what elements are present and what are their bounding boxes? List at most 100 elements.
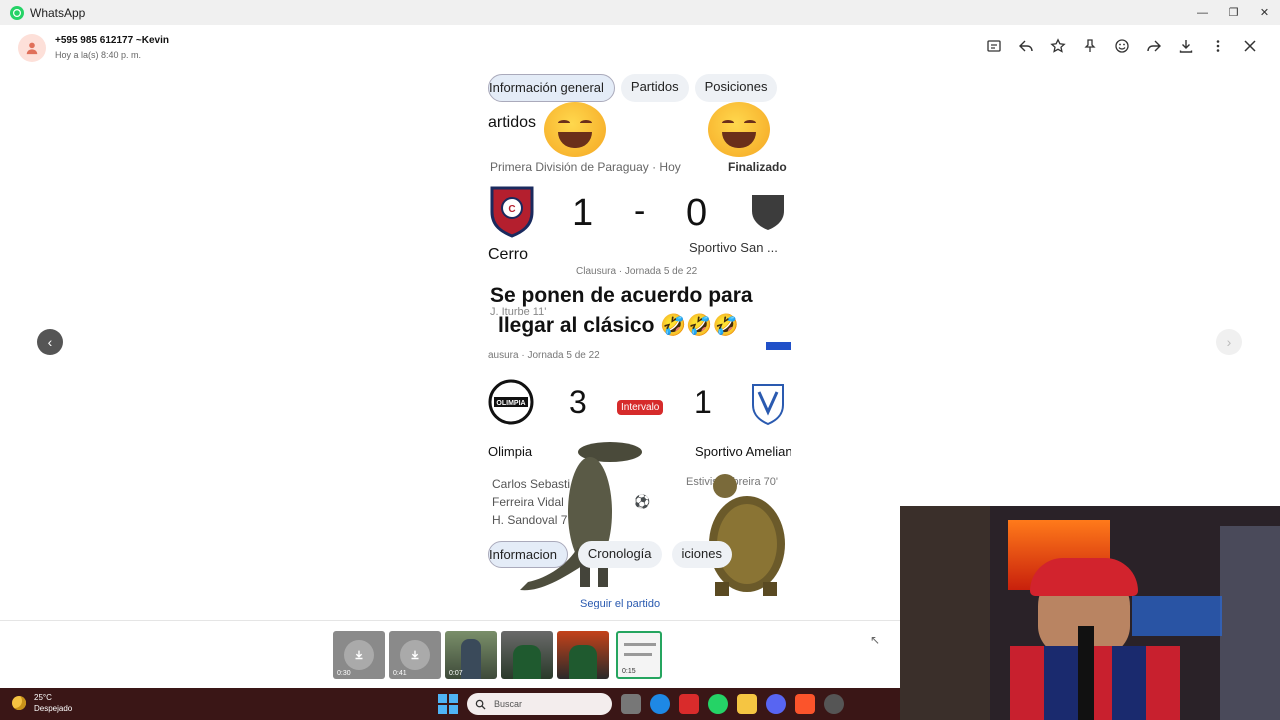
svg-text:C: C [508, 204, 515, 215]
turtle-sticker [709, 474, 785, 596]
alligator-sticker [520, 442, 642, 591]
star-button[interactable] [1042, 33, 1074, 59]
thumbnail-6-selected[interactable]: 0:15 [616, 631, 662, 679]
pin-button[interactable] [1074, 33, 1106, 59]
webcam-overlay [900, 506, 1280, 720]
windows-taskbar: 25°C Despejado Buscar [0, 688, 900, 720]
tab-posiciones: Posiciones [694, 74, 778, 102]
mouse-cursor-icon: ↖ [870, 633, 881, 647]
home-team-name: Cerro [488, 246, 529, 263]
app-title: WhatsApp [30, 5, 86, 20]
edge-browser-icon[interactable] [650, 694, 670, 714]
react-button[interactable] [1106, 33, 1138, 59]
previous-media-button[interactable]: ‹ [37, 329, 63, 355]
download-icon [400, 640, 430, 670]
chevron-right-icon: › [1226, 334, 1232, 350]
video-duration: 0:41 [393, 670, 407, 677]
app-lightning-icon[interactable] [679, 694, 699, 714]
pin-icon [1084, 39, 1096, 52]
caption-line-1: Se ponen de acuerdo para [490, 284, 753, 307]
thumbnail-5[interactable] [557, 631, 609, 679]
reply-icon [1019, 40, 1033, 52]
star-icon [1050, 38, 1066, 53]
home-score-2: 3 [569, 384, 587, 420]
person-icon [26, 42, 38, 54]
sportivo-san-crest-icon [750, 192, 786, 232]
league-line: Primera División de Paraguay · Hoy [490, 160, 681, 174]
chevron-left-icon: ‹ [47, 334, 53, 350]
minimize-button[interactable]: — [1187, 0, 1218, 25]
more-options-button[interactable] [1202, 33, 1234, 59]
away-score: 0 [686, 192, 708, 234]
microphone [1078, 626, 1094, 720]
more-icon [1216, 40, 1220, 52]
thumbnail-1[interactable]: 0:30 [333, 631, 385, 679]
emoji-icon [1115, 39, 1129, 53]
title-bar: WhatsApp — ❐ ✕ [0, 0, 1280, 25]
tab-informacion-general: Información general [488, 74, 615, 102]
person-figure [569, 645, 597, 679]
background-shelf [1220, 526, 1280, 720]
media-thumbnails-strip: 0:30 0:41 0:07 0:15 ↖ [0, 620, 900, 688]
download-button[interactable] [1170, 33, 1202, 59]
obs-icon[interactable] [824, 694, 844, 714]
brave-browser-icon[interactable] [795, 694, 815, 714]
weather-condition: Despejado [34, 704, 73, 713]
tab-informacion: Informacion [488, 541, 568, 568]
whatsapp-taskbar-icon[interactable] [708, 694, 728, 714]
away-team-name: Sportivo San ... [689, 240, 778, 255]
restore-button[interactable]: ❐ [1218, 0, 1249, 25]
close-window-button[interactable]: ✕ [1249, 0, 1280, 25]
media-viewer-header: +595 985 612177 ~Kevin Hoy a la(s) 8:40 … [0, 25, 1280, 70]
video-duration: 0:30 [337, 670, 351, 677]
olimpia-crest-icon: OLIMPIA [488, 379, 534, 425]
video-duration: 0:07 [449, 670, 463, 677]
section-heading: artidos [488, 114, 537, 131]
caption-line-2: llegar al clásico 🤣🤣🤣 [498, 314, 739, 337]
thumbnail-4[interactable] [501, 631, 553, 679]
media-toolbar [978, 33, 1266, 59]
whatsapp-logo-icon [10, 5, 24, 20]
away-score-2: 1 [694, 384, 712, 420]
home-score: 1 [572, 192, 594, 234]
thumbnail-2[interactable]: 0:41 [389, 631, 441, 679]
message-timestamp: Hoy a la(s) 8:40 p. m. [55, 50, 142, 60]
weather-widget[interactable]: 25°C Despejado [12, 692, 72, 714]
thumb-line [624, 643, 656, 646]
sportivo-ameliano-crest-icon [750, 380, 786, 426]
next-media-button[interactable]: › [1216, 329, 1242, 355]
forward-button[interactable] [1138, 33, 1170, 59]
striped-jersey [1010, 646, 1180, 720]
close-viewer-button[interactable] [1234, 33, 1266, 59]
reply-button[interactable] [1010, 33, 1042, 59]
thumbnail-3[interactable]: 0:07 [445, 631, 497, 679]
top-tabs: Información general Partidos Posiciones [488, 74, 778, 102]
download-icon [1179, 40, 1193, 53]
laughing-emoji-icon [708, 102, 770, 157]
round-line-2: ausura · Jornada 5 de 22 [488, 350, 600, 361]
away-team-name-2: Sportivo Amelian [695, 444, 791, 459]
tab-cronologia: Cronología [577, 541, 662, 568]
go-to-message-button[interactable] [978, 33, 1010, 59]
video-frame[interactable]: Información general Partidos Posiciones … [488, 74, 791, 609]
search-placeholder: Buscar [494, 699, 523, 709]
score-dash: - [634, 192, 646, 230]
tab-partidos: Partidos [620, 74, 689, 102]
thumb-line [624, 653, 652, 656]
close-icon [1244, 40, 1256, 52]
background-furniture [900, 506, 990, 720]
moon-icon [12, 696, 26, 710]
person-figure [461, 639, 481, 679]
laughing-emoji-icon [544, 102, 606, 157]
taskbar-search[interactable]: Buscar [467, 693, 612, 715]
discord-icon[interactable] [766, 694, 786, 714]
temperature: 25°C [34, 693, 52, 702]
start-button[interactable] [438, 694, 458, 714]
avatar[interactable] [18, 33, 46, 62]
file-explorer-icon[interactable] [737, 694, 757, 714]
contact-info[interactable]: +595 985 612177 ~Kevin Hoy a la(s) 8:40 … [55, 35, 169, 60]
accent-bar [766, 342, 791, 350]
video-duration: 0:15 [622, 668, 636, 675]
message-icon [987, 40, 1001, 52]
task-view-icon[interactable] [621, 694, 641, 714]
